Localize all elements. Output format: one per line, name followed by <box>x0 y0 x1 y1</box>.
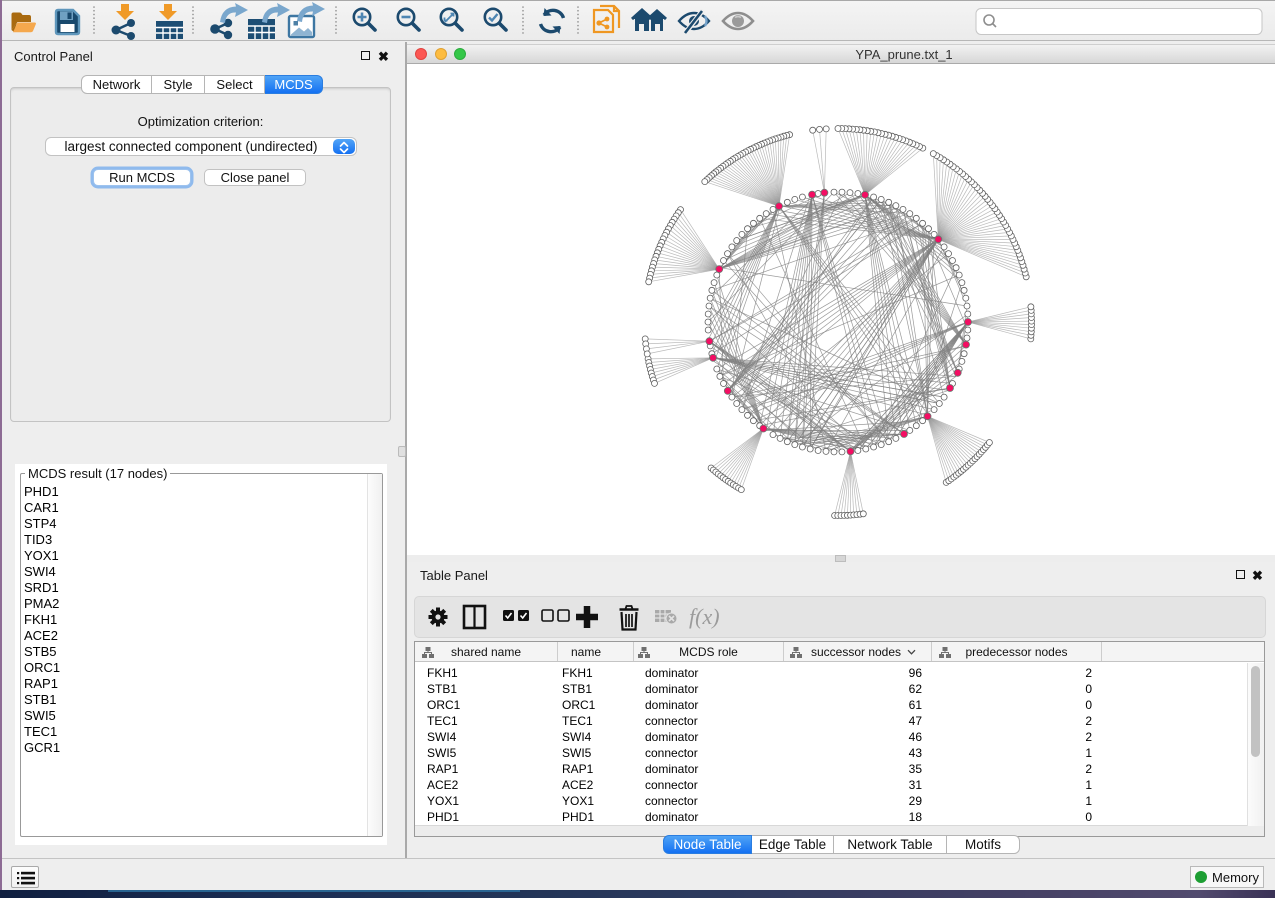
svg-text:f(x): f(x) <box>689 604 720 629</box>
